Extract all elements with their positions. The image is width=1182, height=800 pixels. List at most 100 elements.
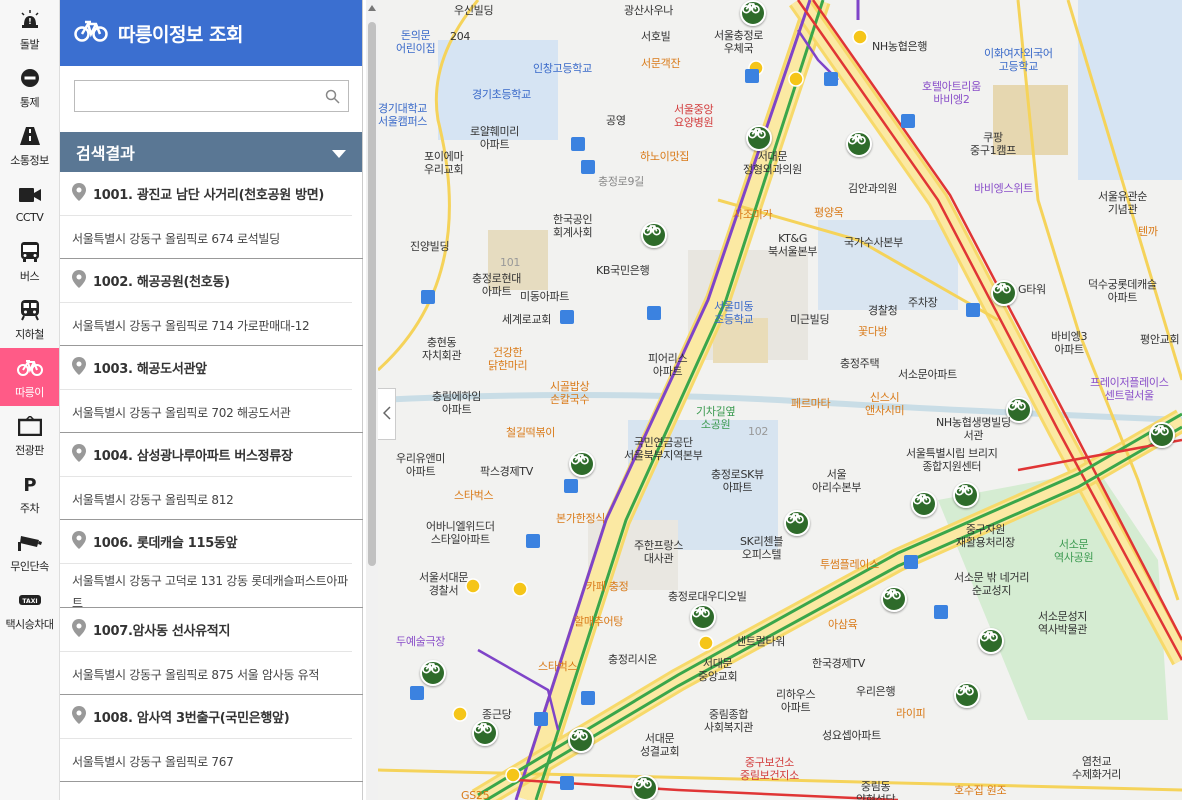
map-label: 서울특별시립 브리지 종합지원센터 — [906, 447, 998, 473]
list-item[interactable]: 1008. 암사역 3번출구(국민은행앞) 서울특별시 강동구 올림픽로 767 — [60, 695, 363, 782]
search-input[interactable] — [75, 81, 315, 111]
list-item[interactable]: 1007.암사동 선사유적지 서울특별시 강동구 올림픽로 875 서울 암사동… — [60, 608, 363, 695]
rail-item-cctv[interactable]: CCTV — [0, 174, 59, 232]
station-name: 1004. 삼성광나루아파트 버스정류장 — [93, 449, 293, 464]
rail-label: CCTV — [15, 211, 44, 224]
rail-item-display-board[interactable]: 전광판 — [0, 406, 59, 464]
bike-station-marker[interactable] — [991, 280, 1017, 306]
bike-station-marker[interactable] — [911, 491, 937, 517]
rail-item-taxi[interactable]: TAXI 택시승차대 — [0, 580, 59, 638]
map-pin-icon — [72, 269, 86, 292]
station-address: 서울특별시 강동구 올림픽로 702 해공도서관 — [72, 406, 291, 420]
bicycle-icon — [786, 513, 804, 524]
map-label: NH농협은행 — [872, 40, 928, 53]
bike-station-marker[interactable] — [978, 628, 1004, 654]
video-camera-icon — [17, 182, 43, 208]
scrollbar-thumb[interactable] — [368, 22, 376, 566]
bicycle-icon — [980, 631, 998, 642]
bicycle-icon — [474, 723, 492, 734]
bus-stop-icon — [534, 712, 548, 726]
rail-label: 소통정보 — [10, 153, 49, 167]
station-address: 서울특별시 강동구 올림픽로 875 서울 암사동 유적 — [72, 668, 320, 682]
bike-station-marker[interactable] — [881, 586, 907, 612]
panel-title: 따릉이정보 조회 — [118, 23, 243, 46]
map-label: 김안과의원 — [848, 182, 898, 195]
bus-stop-icon — [581, 691, 595, 705]
bike-station-marker[interactable] — [569, 451, 595, 477]
rail-item-parking[interactable]: P 주차 — [0, 464, 59, 522]
search-icon[interactable] — [325, 89, 340, 108]
panel-scrollbar[interactable] — [366, 0, 378, 800]
map-label: 우신빌딩 — [454, 4, 494, 17]
map-label: 충정주택 — [840, 357, 880, 370]
station-name: 1002. 해공공원(천호동) — [93, 275, 230, 290]
station-name: 1001. 광진교 남단 사거리(천호공원 방면) — [93, 188, 325, 203]
results-header[interactable]: 검색결과 — [60, 132, 362, 172]
rail-item-ddareungi[interactable]: 따릉이 — [0, 348, 59, 406]
search-box — [74, 80, 349, 112]
map-label: KT&G 북서울본부 — [768, 232, 818, 258]
display-board-icon — [17, 413, 43, 439]
bicycle-icon — [742, 3, 760, 14]
map-label: 충정로현대 아파트 — [472, 272, 522, 298]
bike-station-marker[interactable] — [740, 0, 766, 26]
list-item[interactable]: 1001. 광진교 남단 사거리(천호공원 방면) 서울특별시 강동구 올림픽로… — [60, 172, 363, 259]
list-item-title-row: 1004. 삼성광나루아파트 버스정류장 — [60, 433, 352, 477]
rail-item-traffic[interactable]: 소통정보 — [0, 116, 59, 174]
rail-item-subway[interactable]: 지하철 — [0, 290, 59, 348]
bike-station-marker[interactable] — [690, 604, 716, 630]
list-item[interactable]: 1003. 해공도서관앞 서울특별시 강동구 올림픽로 702 해공도서관 — [60, 346, 363, 433]
bus-stop-icon — [904, 555, 918, 569]
station-address: 서울특별시 강동구 올림픽로 767 — [72, 755, 234, 769]
scroll-up-arrow-icon[interactable] — [368, 5, 376, 11]
map-label: 어바니엘위드더 스타일아파트 — [426, 520, 495, 546]
bike-station-marker[interactable] — [472, 720, 498, 746]
map-label: 평양옥 — [814, 206, 844, 219]
bicycle-icon — [692, 607, 710, 618]
map-label: 철길떡볶이 — [506, 426, 556, 439]
bike-station-marker[interactable] — [420, 660, 446, 686]
bus-stop-icon — [901, 114, 915, 128]
bicycle-icon — [570, 730, 588, 741]
map-label: 시골밥상 손칼국수 — [550, 380, 590, 406]
bike-station-marker[interactable] — [568, 727, 594, 753]
rail-label: 버스 — [19, 269, 40, 283]
map-label: 서울유관순 기념관 — [1098, 190, 1148, 216]
map-label: 한국경제TV — [812, 657, 865, 670]
svg-text:P: P — [23, 475, 36, 493]
bike-station-marker[interactable] — [784, 510, 810, 536]
map-label: 세계로교회 — [502, 313, 552, 326]
map-label: 중림종합 사회복지관 — [704, 708, 754, 734]
bike-station-marker[interactable] — [746, 125, 772, 151]
subway-line-4-icon — [698, 635, 714, 651]
map-view[interactable]: 우신빌딩 광산사우나 돈의문 어린이집 204 서호빌 서울충정로 우체국 NH… — [378, 0, 1182, 800]
road-icon — [17, 123, 43, 149]
bike-station-marker[interactable] — [632, 775, 658, 800]
bike-station-marker[interactable] — [641, 222, 667, 248]
subway-line-6-icon — [852, 29, 868, 45]
parking-icon: P — [17, 471, 43, 497]
category-rail: ! 돌발 통제 소통정보 CCTV 버스 지하철 따릉이 전광판 P 주차 무인… — [0, 0, 60, 800]
list-item[interactable]: 1006. 롯데캐슬 115동앞 서울특별시 강동구 고덕로 131 강동 롯데… — [60, 520, 363, 610]
chevron-down-icon[interactable] — [332, 143, 346, 162]
list-item-title-row: 1007.암사동 선사유적지 — [60, 608, 352, 652]
map-label: SK리첸블 오피스텔 — [740, 535, 784, 561]
map-label: 라이피 — [896, 707, 926, 720]
bike-station-marker[interactable] — [954, 682, 980, 708]
rail-item-control[interactable]: 통제 — [0, 58, 59, 116]
rail-item-bus[interactable]: 버스 — [0, 232, 59, 290]
bike-station-marker[interactable] — [1149, 422, 1175, 448]
map-label: 우리유앤미 아파트 — [396, 452, 446, 478]
bike-station-marker[interactable] — [846, 131, 872, 157]
list-item[interactable]: 1004. 삼성광나루아파트 버스정류장 서울특별시 강동구 올림픽로 812 — [60, 433, 363, 520]
list-item[interactable]: 1002. 해공공원(천호동) 서울특별시 강동구 올림픽로 714 가로판매대… — [60, 259, 363, 346]
bike-station-marker[interactable] — [953, 482, 979, 508]
map-label: 충정로대우디오빌 — [668, 590, 747, 603]
map-label: 중구자원 재활용처리장 — [956, 523, 1015, 549]
collapse-panel-button[interactable] — [378, 388, 396, 440]
map-pin-icon — [72, 530, 86, 553]
subway-line-8-icon — [788, 71, 804, 87]
rail-item-speed-camera[interactable]: 무인단속 — [0, 522, 59, 580]
map-label: 이화여자외국어 고등학교 — [984, 47, 1053, 73]
rail-item-incident[interactable]: ! 돌발 — [0, 0, 59, 58]
